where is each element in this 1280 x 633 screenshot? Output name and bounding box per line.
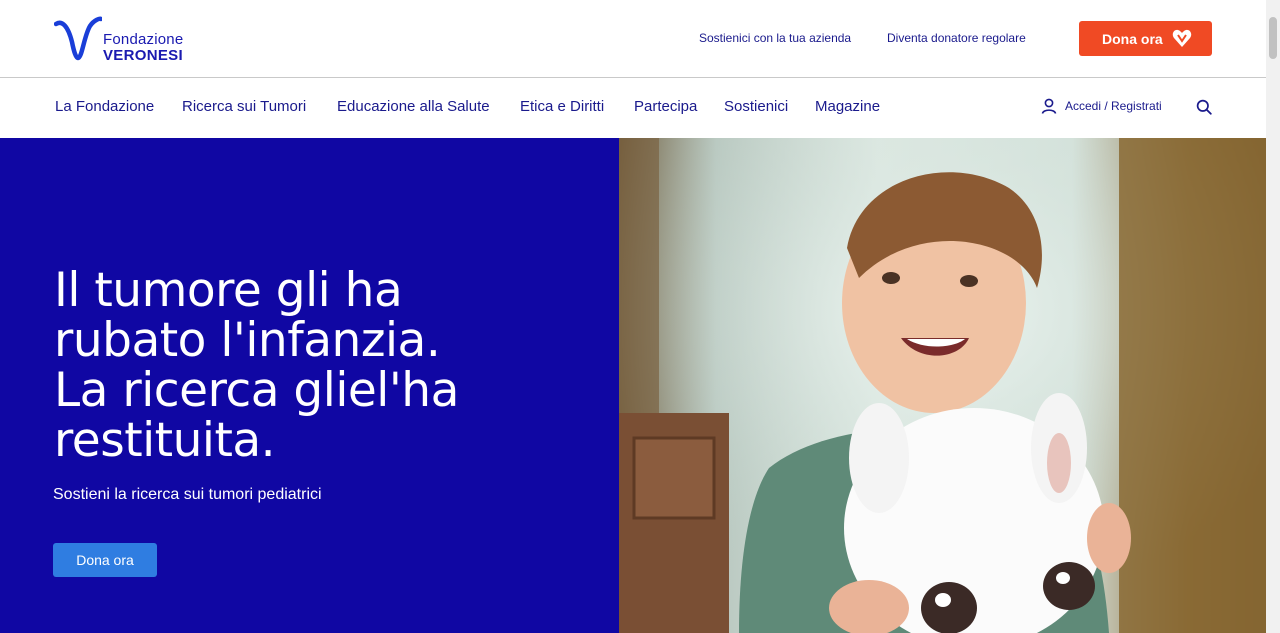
- nav-item-etica-diritti[interactable]: Etica e Diritti: [520, 98, 604, 115]
- donate-button-label: Dona ora: [1102, 30, 1163, 47]
- page-scrollbar[interactable]: [1266, 0, 1280, 633]
- link-donatore-regolare[interactable]: Diventa donatore regolare: [887, 31, 1026, 45]
- user-icon: [1041, 98, 1057, 114]
- nav-item-magazine[interactable]: Magazine: [815, 98, 880, 115]
- hero-title: Il tumore gli ha rubato l'infanzia. La r…: [54, 266, 574, 466]
- hero-title-line: rubato l'infanzia.: [54, 313, 441, 368]
- search-button[interactable]: [1196, 99, 1212, 120]
- donate-button-header[interactable]: Dona ora: [1079, 21, 1212, 56]
- hero-donate-button[interactable]: Dona ora: [53, 543, 157, 577]
- main-navigation: La Fondazione Ricerca sui Tumori Educazi…: [0, 79, 1266, 138]
- hero-panel: Il tumore gli ha rubato l'infanzia. La r…: [0, 138, 619, 633]
- heart-icon: [1172, 29, 1192, 47]
- nav-item-la-fondazione[interactable]: La Fondazione: [55, 98, 154, 115]
- logo-v-icon: [54, 16, 102, 61]
- hero-title-line: Il tumore gli ha: [54, 263, 403, 318]
- hero-title-line: restituita.: [54, 413, 276, 468]
- login-link[interactable]: Accedi / Registrati: [1041, 98, 1162, 114]
- nav-item-ricerca-tumori[interactable]: Ricerca sui Tumori: [182, 98, 306, 115]
- search-icon: [1196, 99, 1212, 115]
- fondazione-veronesi-logo[interactable]: Fondazione VERONESI: [54, 16, 204, 64]
- scrollbar-thumb[interactable]: [1269, 17, 1277, 59]
- hero-photo: [619, 138, 1266, 633]
- login-label: Accedi / Registrati: [1065, 99, 1162, 113]
- logo-line1: Fondazione: [103, 31, 184, 48]
- nav-item-sostienici[interactable]: Sostienici: [724, 98, 788, 115]
- hero-subtitle: Sostieni la ricerca sui tumori pediatric…: [53, 486, 322, 503]
- nav-item-partecipa[interactable]: Partecipa: [634, 98, 697, 115]
- hero-title-line: La ricerca gliel'ha: [54, 363, 459, 418]
- nav-item-educazione-salute[interactable]: Educazione alla Salute: [337, 98, 490, 115]
- link-aziende[interactable]: Sostienici con la tua azienda: [699, 31, 851, 45]
- logo-line2: VERONESI: [103, 47, 183, 64]
- top-header: Fondazione VERONESI Sostienici con la tu…: [0, 0, 1266, 78]
- child-with-plush-photo: [619, 138, 1266, 633]
